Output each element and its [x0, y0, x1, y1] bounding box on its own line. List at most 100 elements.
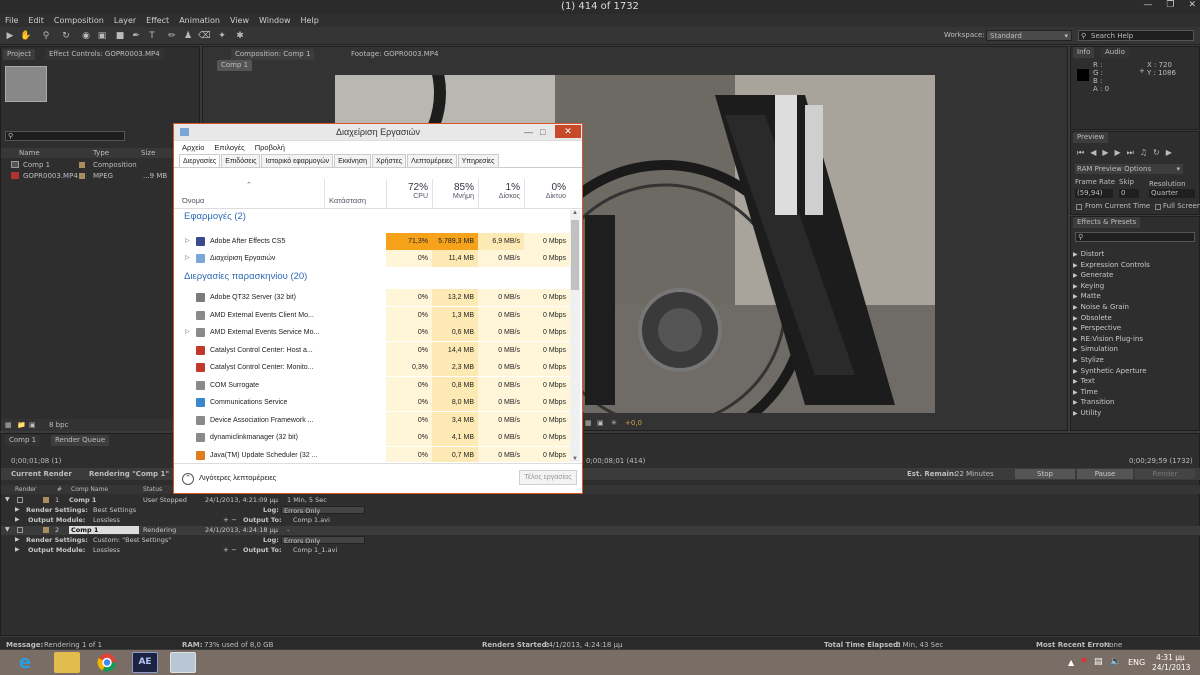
first-frame-icon[interactable]: ⏮ [1077, 148, 1084, 158]
process-row[interactable]: ▷ AMD External Events Service Mo... 0% 0,6 … [174, 324, 570, 341]
effect-category[interactable]: ▶ Matte [1073, 292, 1191, 302]
text-tool-icon[interactable]: T [146, 30, 158, 42]
effect-category[interactable]: ▶ Simulation [1073, 345, 1191, 355]
search-help-input[interactable]: ⚲ Search Help [1078, 30, 1194, 41]
workspace-select[interactable]: Standard ▾ [986, 30, 1072, 41]
tm-menu-item[interactable]: Προβολή [255, 141, 285, 154]
new-folder-icon[interactable]: 📁 [17, 421, 26, 429]
render-button[interactable]: Render [1135, 469, 1195, 479]
comp-tab-button[interactable]: Comp 1 [217, 60, 253, 71]
tab-preview[interactable]: Preview [1073, 132, 1109, 143]
effect-category[interactable]: ▶ Obsolete [1073, 314, 1191, 324]
restore-icon[interactable]: ❐ [1166, 0, 1174, 14]
maximize-icon[interactable]: □ [540, 124, 545, 141]
interpret-footage-icon[interactable]: ▦ [5, 421, 12, 429]
resolution-select[interactable]: Quarter [1149, 189, 1195, 198]
show-hidden-icons-icon[interactable]: ▲ [1068, 658, 1074, 667]
next-frame-icon[interactable]: ▶ [1115, 148, 1121, 158]
process-row[interactable]: Catalyst Control Center: Host a... 0% 14,4… [174, 341, 570, 359]
process-row[interactable]: Catalyst Control Center: Monito... 0,3% 2,… [174, 359, 570, 376]
project-search-input[interactable]: ⚲ [5, 131, 125, 141]
menu-animation[interactable]: Animation [179, 14, 220, 27]
process-row[interactable]: Communications Service 0% 8,0 MB 0 MB/s 0 Mb… [174, 394, 570, 411]
grid-icon[interactable]: ▦ [585, 419, 592, 427]
queue-row[interactable]: ▼ 1 Comp 1 User Stopped 24/1/2013, 4:21:09 μ… [1, 496, 1200, 505]
render-settings-value[interactable]: Custom: "Best Settings" [93, 536, 171, 544]
effect-category[interactable]: ▶ Utility [1073, 409, 1191, 419]
column-network[interactable]: 0% Δίκτυο [524, 179, 570, 208]
language-indicator[interactable]: ENG [1128, 658, 1145, 667]
process-row[interactable]: Java(TM) Update Scheduler (32 ... 0% 0,7 M… [174, 446, 570, 462]
process-row[interactable]: Adobe QT32 Server (32 bit) 0% 13,2 MB 0 MB/… [174, 289, 570, 306]
rectangle-tool-icon[interactable]: ■ [114, 30, 126, 42]
network-icon[interactable]: ▤ [1094, 657, 1103, 667]
puppet-tool-icon[interactable]: ✱ [234, 30, 246, 42]
zoom-tool-icon[interactable]: ⚲ [40, 30, 52, 42]
column-size[interactable]: Size [141, 149, 155, 157]
log-select[interactable]: Errors Only [281, 506, 365, 515]
tab-comp1[interactable]: Comp 1 [5, 435, 41, 446]
photos-icon[interactable] [170, 652, 196, 673]
tm-menu-item[interactable]: Επιλογές [214, 141, 244, 154]
close-icon[interactable]: ✕ [1188, 0, 1196, 14]
ram-preview-icon[interactable]: ▶ [1166, 148, 1172, 158]
clock-date[interactable]: 24/1/2013 [1152, 663, 1190, 672]
play-icon[interactable]: ▶ [1102, 148, 1108, 158]
expand-arrow-icon[interactable]: ▼ [5, 526, 10, 533]
tab-project[interactable]: Project [3, 49, 35, 60]
pen-tool-icon[interactable]: ✒ [130, 30, 142, 42]
expand-arrow-icon[interactable]: ▷ [185, 233, 190, 250]
file-explorer-icon[interactable] [54, 652, 80, 673]
rotate-tool-icon[interactable]: ↻ [60, 30, 72, 42]
audio-icon[interactable]: ♫ [1140, 148, 1147, 158]
effect-category[interactable]: ▶ Synthetic Aperture [1073, 367, 1191, 377]
eraser-tool-icon[interactable]: ⌫ [198, 30, 211, 42]
menu-window[interactable]: Window [259, 14, 291, 27]
after-effects-icon[interactable]: AE [132, 652, 158, 673]
effect-category[interactable]: ▶ Stylize [1073, 356, 1191, 366]
last-frame-icon[interactable]: ⏭ [1127, 148, 1134, 158]
skip-select[interactable]: 0 [1119, 189, 1139, 198]
effect-category[interactable]: ▶ Perspective [1073, 324, 1191, 334]
menu-edit[interactable]: Edit [28, 14, 44, 27]
expand-arrow-icon[interactable]: ▶ [15, 546, 20, 553]
from-current-checkbox[interactable] [1076, 204, 1082, 210]
tab-render-queue[interactable]: Render Queue [51, 435, 110, 446]
effect-category[interactable]: ▶ Noise & Grain [1073, 303, 1191, 313]
process-row[interactable]: Device Association Framework ... 0% 3,4 MB… [174, 411, 570, 429]
list-item[interactable]: Comp 1 Composition [1, 160, 199, 170]
frame-rate-select[interactable]: (59,94) [1075, 189, 1113, 198]
list-item[interactable]: GOPR0003.MP4 MPEG ...9 MB [1, 171, 199, 181]
column-status[interactable]: Κατάσταση [324, 179, 386, 208]
scrollbar-thumb[interactable] [571, 220, 579, 290]
ram-preview-select[interactable]: RAM Preview Options ▾ [1075, 164, 1183, 174]
camera-tool-icon[interactable]: ◉ [80, 30, 92, 42]
tab-effects[interactable]: Effects & Presets [1073, 217, 1141, 228]
tm-tab[interactable]: Χρήστες [372, 154, 407, 167]
expand-arrow-icon[interactable]: ▷ [185, 250, 190, 267]
full-screen-checkbox[interactable] [1155, 204, 1161, 210]
effect-category[interactable]: ▶ Keying [1073, 282, 1191, 292]
tab-composition[interactable]: Composition: Comp 1 [231, 49, 315, 60]
bpc-toggle[interactable]: 8 bpc [49, 421, 68, 429]
tm-tab[interactable]: Εκκίνηση [334, 154, 372, 167]
expand-arrow-icon[interactable]: ▶ [15, 536, 20, 543]
menu-file[interactable]: File [5, 14, 18, 27]
column-cpu[interactable]: 72% CPU [386, 179, 432, 208]
expand-arrow-icon[interactable]: ▼ [5, 496, 10, 503]
column-disk[interactable]: 1% Δίσκος [478, 179, 524, 208]
tm-tab[interactable]: Λεπτομέρειες [407, 154, 457, 167]
new-comp-icon[interactable]: ▣ [29, 421, 36, 429]
render-checkbox[interactable] [17, 527, 23, 533]
tm-tab[interactable]: Επιδόσεις [221, 154, 261, 167]
output-to-value[interactable]: Comp 1_1.avi [293, 546, 337, 554]
column-type[interactable]: Type [93, 149, 109, 157]
chrome-icon[interactable] [94, 652, 120, 673]
add-icon[interactable]: + − [223, 516, 237, 524]
column-name[interactable]: Name [19, 149, 40, 157]
tm-tab[interactable]: Ιστορικό εφαρμογών [261, 154, 334, 167]
render-settings-value[interactable]: Best Settings [93, 506, 136, 514]
effect-category[interactable]: ▶ Transition [1073, 398, 1191, 408]
tm-tab[interactable]: Διεργασίες [179, 154, 221, 167]
process-row[interactable]: ▷ Adobe After Effects CS5 71,3% 5.789,3 MB 6… [174, 233, 570, 250]
